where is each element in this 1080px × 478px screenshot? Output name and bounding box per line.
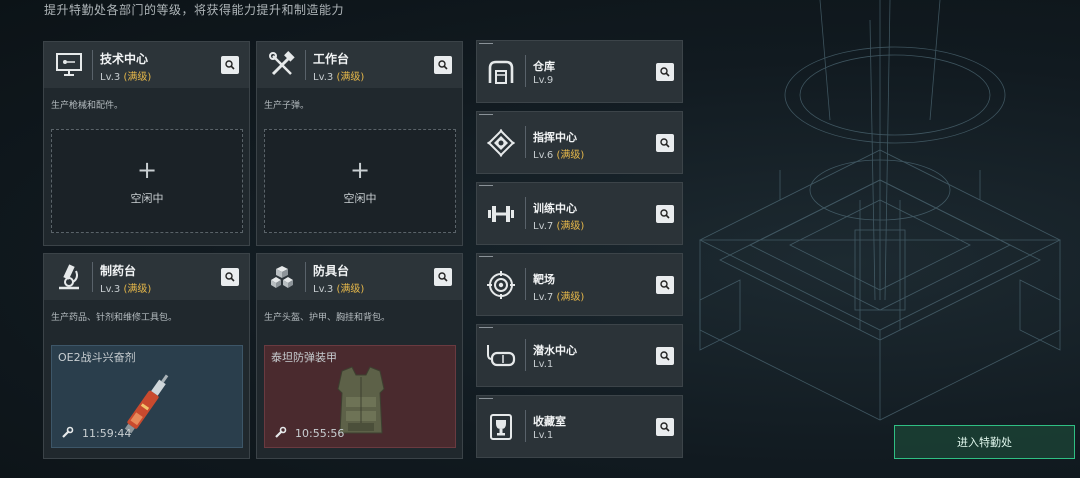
corner-mark <box>479 327 493 330</box>
search-icon[interactable] <box>656 63 674 81</box>
department-row-shooting-range[interactable]: 靶场 Lv.7 (满级) <box>476 253 683 316</box>
department-name: 潜水中心 <box>533 344 577 357</box>
search-icon[interactable] <box>656 347 674 365</box>
production-slot-active[interactable]: OE2战斗兴奋剂 11:59:44 <box>51 345 243 448</box>
department-row-command-center[interactable]: 指挥中心 Lv.6 (满级) <box>476 111 683 174</box>
production-timer: 11:59:44 <box>82 427 132 440</box>
card-header: 技术中心 Lv.3 (满级) <box>44 42 249 88</box>
search-icon[interactable] <box>221 56 239 74</box>
facility-blueprint <box>699 0 1061 421</box>
department-name: 收藏室 <box>533 415 566 428</box>
target-icon <box>483 268 519 302</box>
corner-mark <box>479 398 493 401</box>
department-name: 防具台 <box>313 264 350 278</box>
row-divider <box>525 410 526 442</box>
row-divider <box>525 197 526 229</box>
product-name: OE2战斗兴奋剂 <box>58 351 136 364</box>
department-name: 指挥中心 <box>533 131 577 144</box>
header-divider <box>305 50 306 80</box>
department-level: Lv.3 (满级) <box>313 284 365 295</box>
department-card-tech-center[interactable]: 技术中心 Lv.3 (满级) 生产枪械和配件。 + 空闲中 <box>43 41 250 246</box>
wrench-icon <box>275 426 287 438</box>
department-description: 生产药品、针剂和维修工具包。 <box>51 313 178 323</box>
header-divider <box>92 262 93 292</box>
department-row-diving-center[interactable]: 潜水中心 Lv.1 <box>476 324 683 387</box>
department-level: Lv.7 (满级) <box>533 292 585 303</box>
production-slot-empty[interactable]: + 空闲中 <box>51 129 243 233</box>
page-subtitle: 提升特勤处各部门的等级，将获得能力提升和制造能力 <box>44 3 345 17</box>
computer-icon <box>52 48 86 82</box>
warehouse-icon <box>483 55 519 89</box>
trophy-icon <box>483 410 519 444</box>
department-name: 工作台 <box>313 52 350 66</box>
diving-mask-icon <box>483 339 519 373</box>
department-name: 训练中心 <box>533 202 577 215</box>
slot-status: 空闲中 <box>343 192 377 205</box>
department-name: 技术中心 <box>100 52 149 66</box>
department-description: 生产枪械和配件。 <box>51 101 124 111</box>
department-card-pharmacy[interactable]: 制药台 Lv.3 (满级) 生产药品、针剂和维修工具包。 OE2战斗兴奋剂 11… <box>43 253 250 459</box>
department-level: Lv.9 <box>533 75 554 86</box>
department-name: 仓库 <box>533 60 555 73</box>
corner-mark <box>479 185 493 188</box>
plus-icon: + <box>349 156 371 184</box>
row-divider <box>525 339 526 371</box>
slot-status: 空闲中 <box>130 192 164 205</box>
corner-mark <box>479 43 493 46</box>
row-divider <box>525 55 526 87</box>
microscope-icon <box>52 260 86 294</box>
plus-icon: + <box>136 156 158 184</box>
row-divider <box>525 268 526 300</box>
department-description: 生产头盔、护甲、胸挂和背包。 <box>264 313 391 323</box>
enter-special-ops-button[interactable]: 进入特勤处 <box>894 425 1075 459</box>
department-card-workbench[interactable]: 工作台 Lv.3 (满级) 生产子弹。 + 空闲中 <box>256 41 463 246</box>
search-icon[interactable] <box>434 56 452 74</box>
department-card-armor-bench[interactable]: 防具台 Lv.3 (满级) 生产头盔、护甲、胸挂和背包。 泰坦防弹装甲 10:5… <box>256 253 463 459</box>
card-header: 工作台 Lv.3 (满级) <box>257 42 462 88</box>
department-row-collection-room[interactable]: 收藏室 Lv.1 <box>476 395 683 458</box>
tools-icon <box>265 48 299 82</box>
production-slot-active[interactable]: 泰坦防弹装甲 10:55:56 <box>264 345 456 448</box>
search-icon[interactable] <box>656 205 674 223</box>
department-level: Lv.3 (满级) <box>100 284 152 295</box>
production-timer: 10:55:56 <box>295 427 345 440</box>
card-header: 制药台 Lv.3 (满级) <box>44 254 249 300</box>
department-level: Lv.1 <box>533 430 554 441</box>
department-name: 制药台 <box>100 264 137 278</box>
department-level: Lv.1 <box>533 359 554 370</box>
search-icon[interactable] <box>221 268 239 286</box>
department-level: Lv.3 (满级) <box>100 72 152 83</box>
search-icon[interactable] <box>656 418 674 436</box>
corner-mark <box>479 256 493 259</box>
search-icon[interactable] <box>656 276 674 294</box>
card-header: 防具台 Lv.3 (满级) <box>257 254 462 300</box>
production-slot-empty[interactable]: + 空闲中 <box>264 129 456 233</box>
header-divider <box>92 50 93 80</box>
search-icon[interactable] <box>434 268 452 286</box>
search-icon[interactable] <box>656 134 674 152</box>
department-row-training-center[interactable]: 训练中心 Lv.7 (满级) <box>476 182 683 245</box>
department-level: Lv.7 (满级) <box>533 221 585 232</box>
department-description: 生产子弹。 <box>264 101 310 111</box>
wrench-icon <box>62 426 74 438</box>
armor-blocks-icon <box>265 260 299 294</box>
row-divider <box>525 126 526 158</box>
department-name: 靶场 <box>533 273 555 286</box>
dumbbell-icon <box>483 197 519 231</box>
department-level: Lv.6 (满级) <box>533 150 585 161</box>
department-level: Lv.3 (满级) <box>313 72 365 83</box>
command-icon <box>483 126 519 160</box>
department-row-warehouse[interactable]: 仓库 Lv.9 <box>476 40 683 103</box>
header-divider <box>305 262 306 292</box>
corner-mark <box>479 114 493 117</box>
